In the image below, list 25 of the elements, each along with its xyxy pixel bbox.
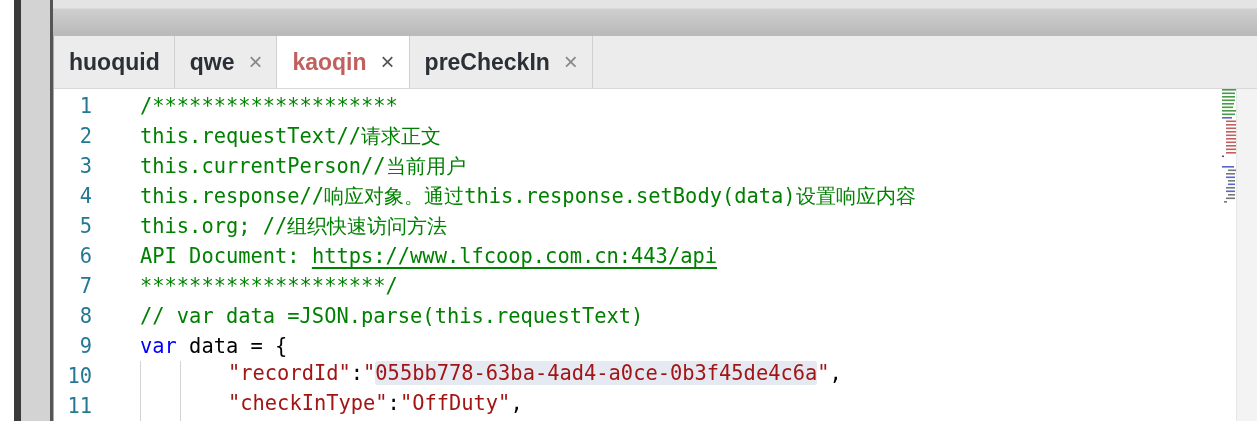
code-line: var data = { xyxy=(140,334,288,358)
code-line: /******************** xyxy=(140,94,398,118)
line-number: 2 xyxy=(78,124,92,148)
line-number: 8 xyxy=(78,304,92,328)
line-number: 11 xyxy=(66,394,92,418)
line-number: 6 xyxy=(78,244,92,268)
code-line: this.requestText//请求正文 xyxy=(140,123,441,150)
line-number: 7 xyxy=(78,274,92,298)
line-number: 9 xyxy=(78,334,92,358)
code-line: this.org; //组织快速访问方法 xyxy=(140,213,448,240)
line-number: 5 xyxy=(78,214,92,238)
line-number: 10 xyxy=(66,364,92,388)
code-line: // var data =JSON.parse(this.requestText) xyxy=(140,304,644,328)
line-number: 1 xyxy=(78,94,92,118)
code-line: "checkInType":"OffDuty", xyxy=(228,391,523,417)
code-line: API Document: xyxy=(140,244,301,268)
code-line: this.response//响应对象。通过this.response.setBody(data)设置响应内容 xyxy=(140,183,916,210)
tab[interactable]: kaoqin × xyxy=(277,36,410,88)
code-line: this.currentPerson//当前用户 xyxy=(140,153,466,180)
line-number: 3 xyxy=(78,154,92,178)
line-number: 4 xyxy=(78,184,92,208)
link[interactable]: https://www.lfcoop.com.cn:443/api xyxy=(311,244,717,268)
close-icon[interactable]: × xyxy=(380,48,395,76)
scroll-bar[interactable] xyxy=(1236,89,1257,421)
code-line: ********************/ xyxy=(140,274,398,298)
